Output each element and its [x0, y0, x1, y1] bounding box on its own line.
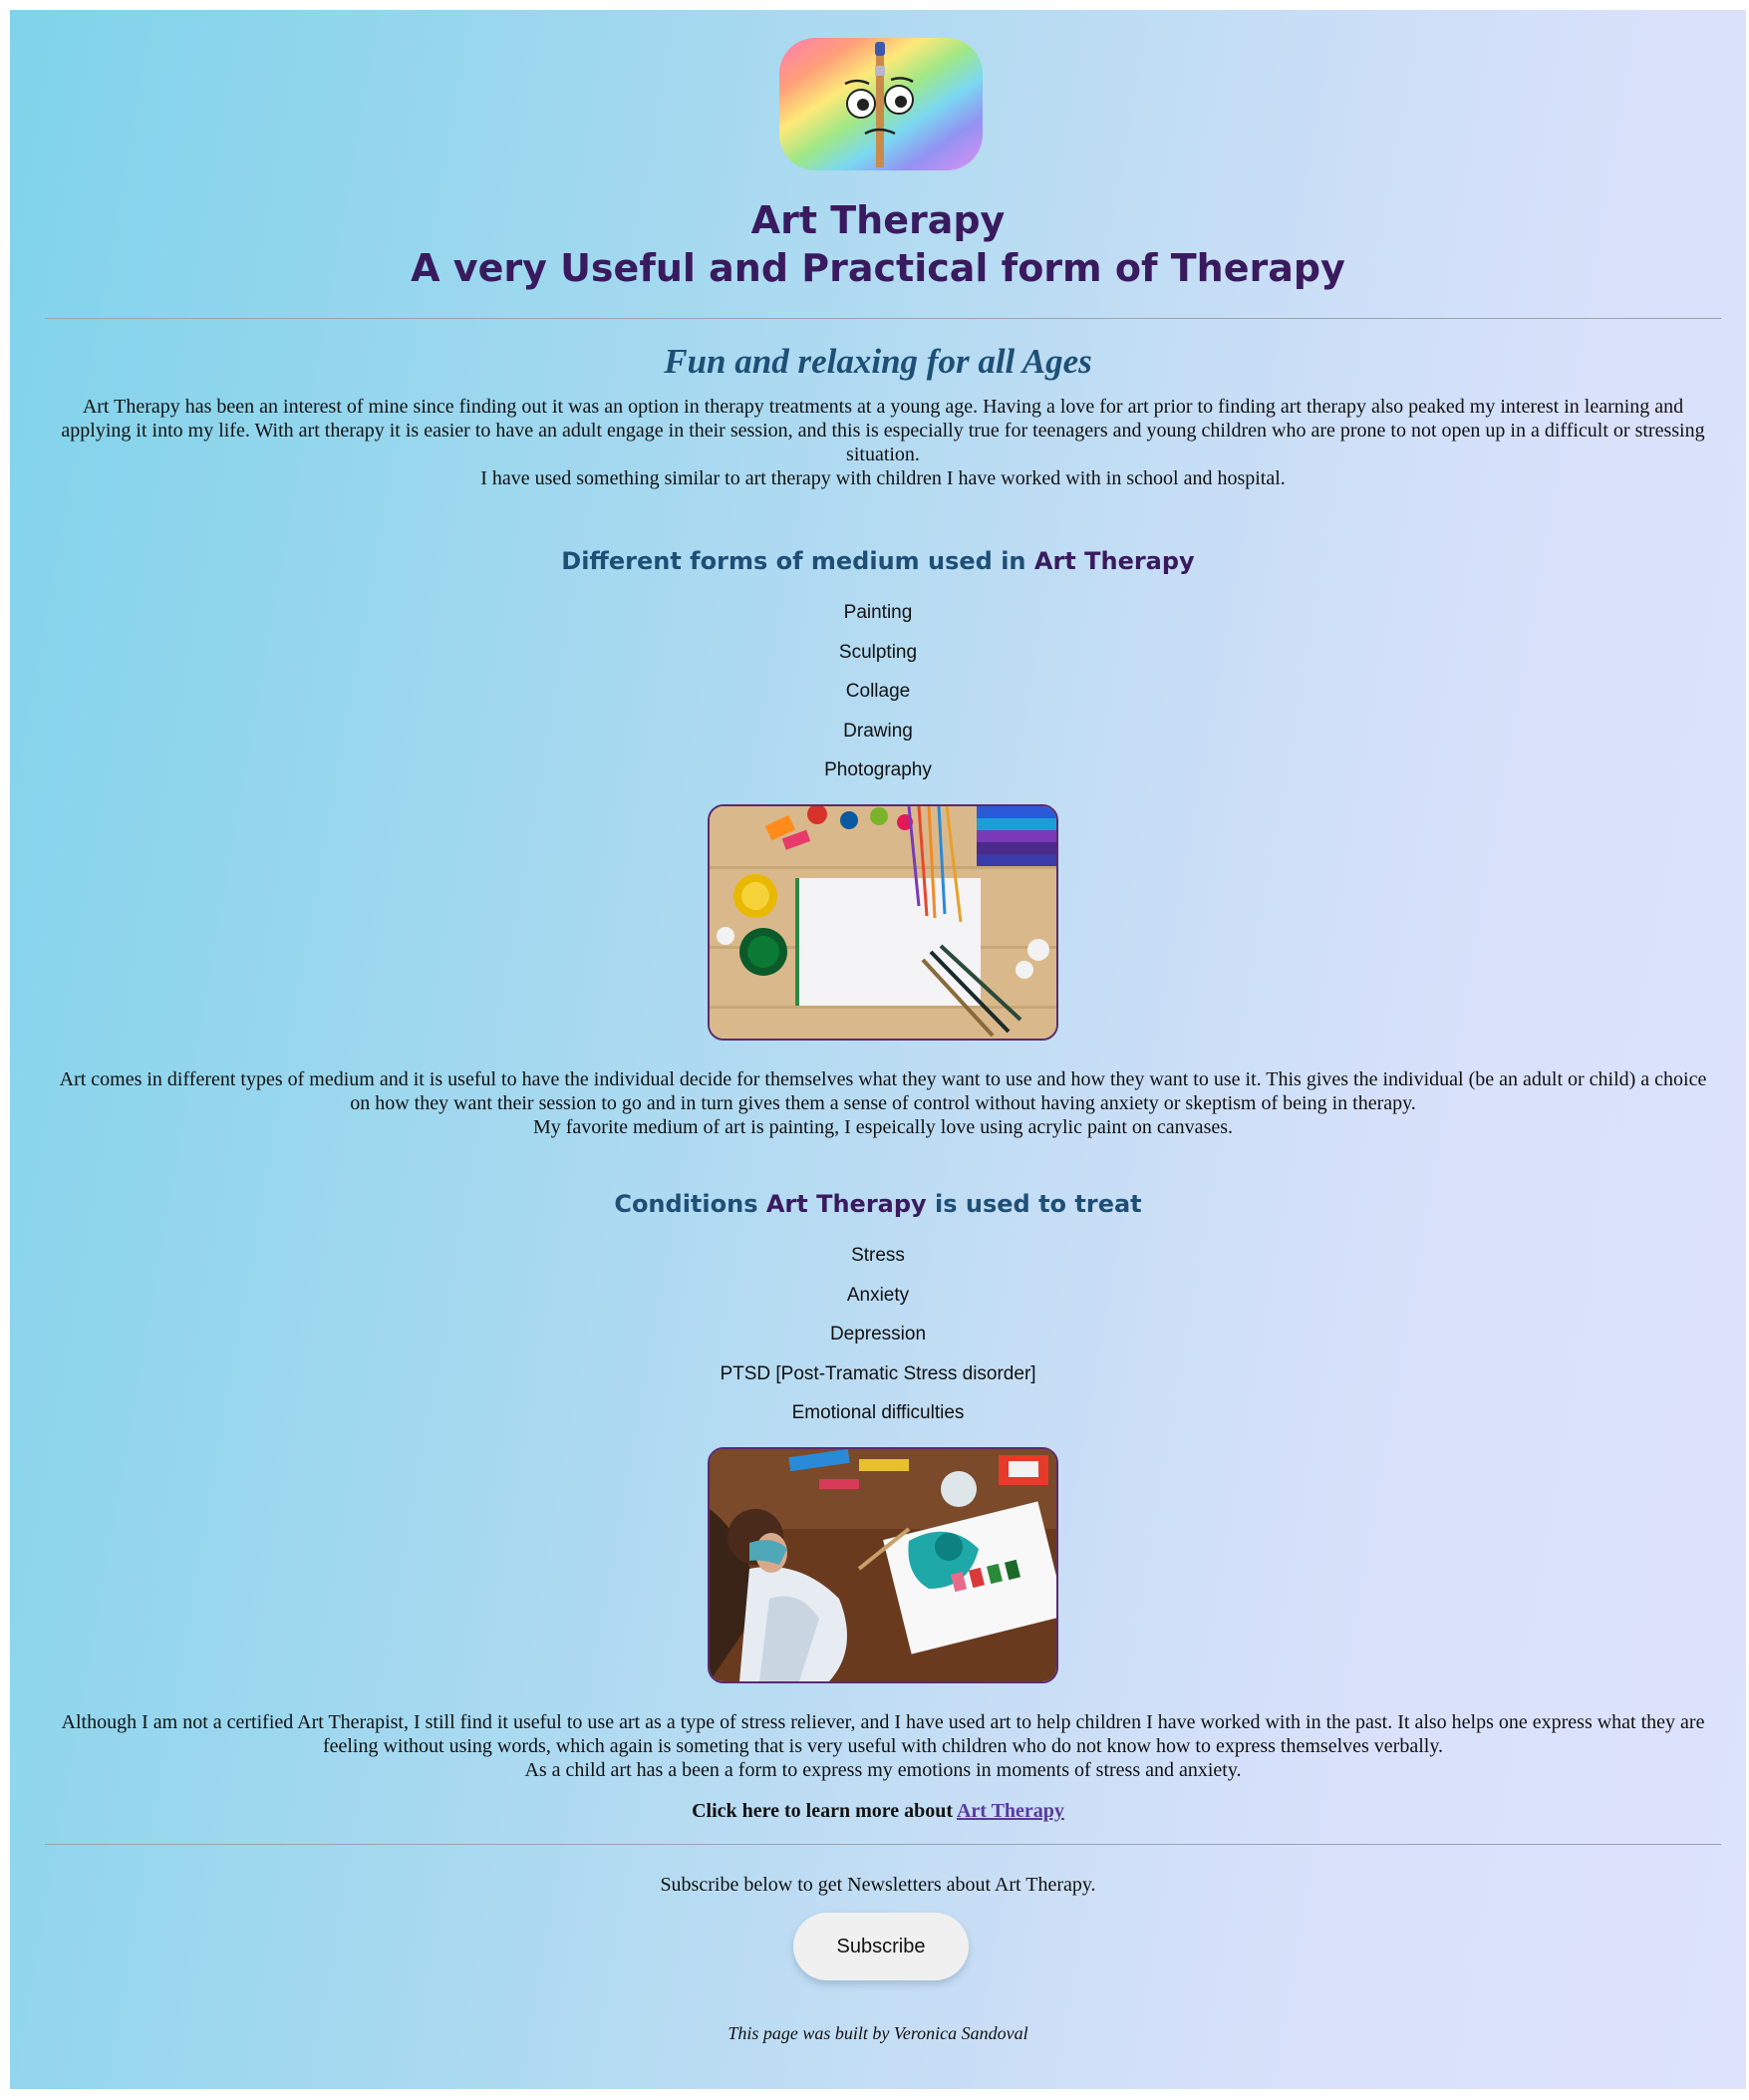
subscribe-button[interactable]: Subscribe	[793, 1913, 969, 1980]
list-item: Photography	[824, 759, 932, 780]
conditions-heading-text: Conditions	[614, 1190, 766, 1218]
art-supplies-image	[708, 804, 1058, 1041]
child-painting-image	[708, 1447, 1058, 1683]
conditions-heading: Conditions Art Therapy is used to treat	[10, 1190, 1746, 1218]
list-item: Emotional difficulties	[791, 1402, 965, 1423]
logo-image	[779, 38, 983, 170]
divider	[45, 318, 1721, 319]
mediums-list: Painting Sculpting Collage Drawing Photo…	[10, 593, 1746, 790]
list-item: Drawing	[843, 720, 913, 742]
mediums-text-2: My favorite medium of art is painting, I…	[532, 1116, 1234, 1138]
child-painting-photo-icon	[710, 1449, 1056, 1681]
art-supplies-photo-icon	[710, 806, 1056, 1039]
conditions-list: Stress Anxiety Depression PTSD [Post-Tra…	[10, 1236, 1746, 1433]
mediums-heading: Different forms of medium used in Art Th…	[10, 547, 1746, 575]
list-item: Painting	[843, 602, 913, 623]
newsletter-text: Subscribe below to get Newsletters about…	[660, 1874, 1096, 1896]
mediums-heading-accent: Art Therapy	[1033, 547, 1195, 575]
intro-paragraph: Art Therapy has been an interest of mine…	[50, 395, 1716, 490]
list-item: Stress	[851, 1245, 905, 1266]
mediums-text: Art comes in different types of medium a…	[59, 1068, 1707, 1114]
list-item: Collage	[845, 681, 911, 702]
list-item: Depression	[829, 1324, 927, 1345]
intro-text: Art Therapy has been an interest of mine…	[61, 396, 1705, 465]
conditions-text-2: As a child art has a been a form to expr…	[524, 1759, 1242, 1781]
learn-more: Click here to learn more about Art Thera…	[10, 1800, 1746, 1823]
list-item: Anxiety	[846, 1284, 910, 1306]
conditions-heading-suffix: is used to treat	[926, 1190, 1142, 1218]
mediums-paragraph: Art comes in different types of medium a…	[50, 1067, 1716, 1139]
list-item: Sculpting	[838, 641, 918, 663]
page: Art Therapy A very Useful and Practical …	[10, 10, 1746, 2089]
conditions-heading-accent: Art Therapy	[765, 1190, 927, 1218]
page-subtitle: A very Useful and Practical form of Ther…	[411, 246, 1345, 290]
footer-credit: This page was built by Veronica Sandoval	[728, 2023, 1028, 2043]
intro-heading: Fun and relaxing for all Ages	[664, 342, 1092, 381]
rainbow-paintbrush-face-icon	[779, 38, 983, 170]
divider	[45, 1844, 1721, 1845]
list-item: PTSD [Post-Tramatic Stress disorder]	[720, 1362, 1036, 1384]
mediums-heading-text: Different forms of medium used in	[561, 547, 1034, 575]
art-therapy-link[interactable]: Art Therapy	[957, 1800, 1064, 1822]
conditions-text: Although I am not a certified Art Therap…	[61, 1711, 1705, 1757]
learn-more-text: Click here to learn more about	[692, 1800, 957, 1822]
intro-text-2: I have used something similar to art the…	[480, 467, 1286, 489]
page-title: Art Therapy	[750, 198, 1006, 242]
conditions-paragraph: Although I am not a certified Art Therap…	[50, 1710, 1716, 1782]
